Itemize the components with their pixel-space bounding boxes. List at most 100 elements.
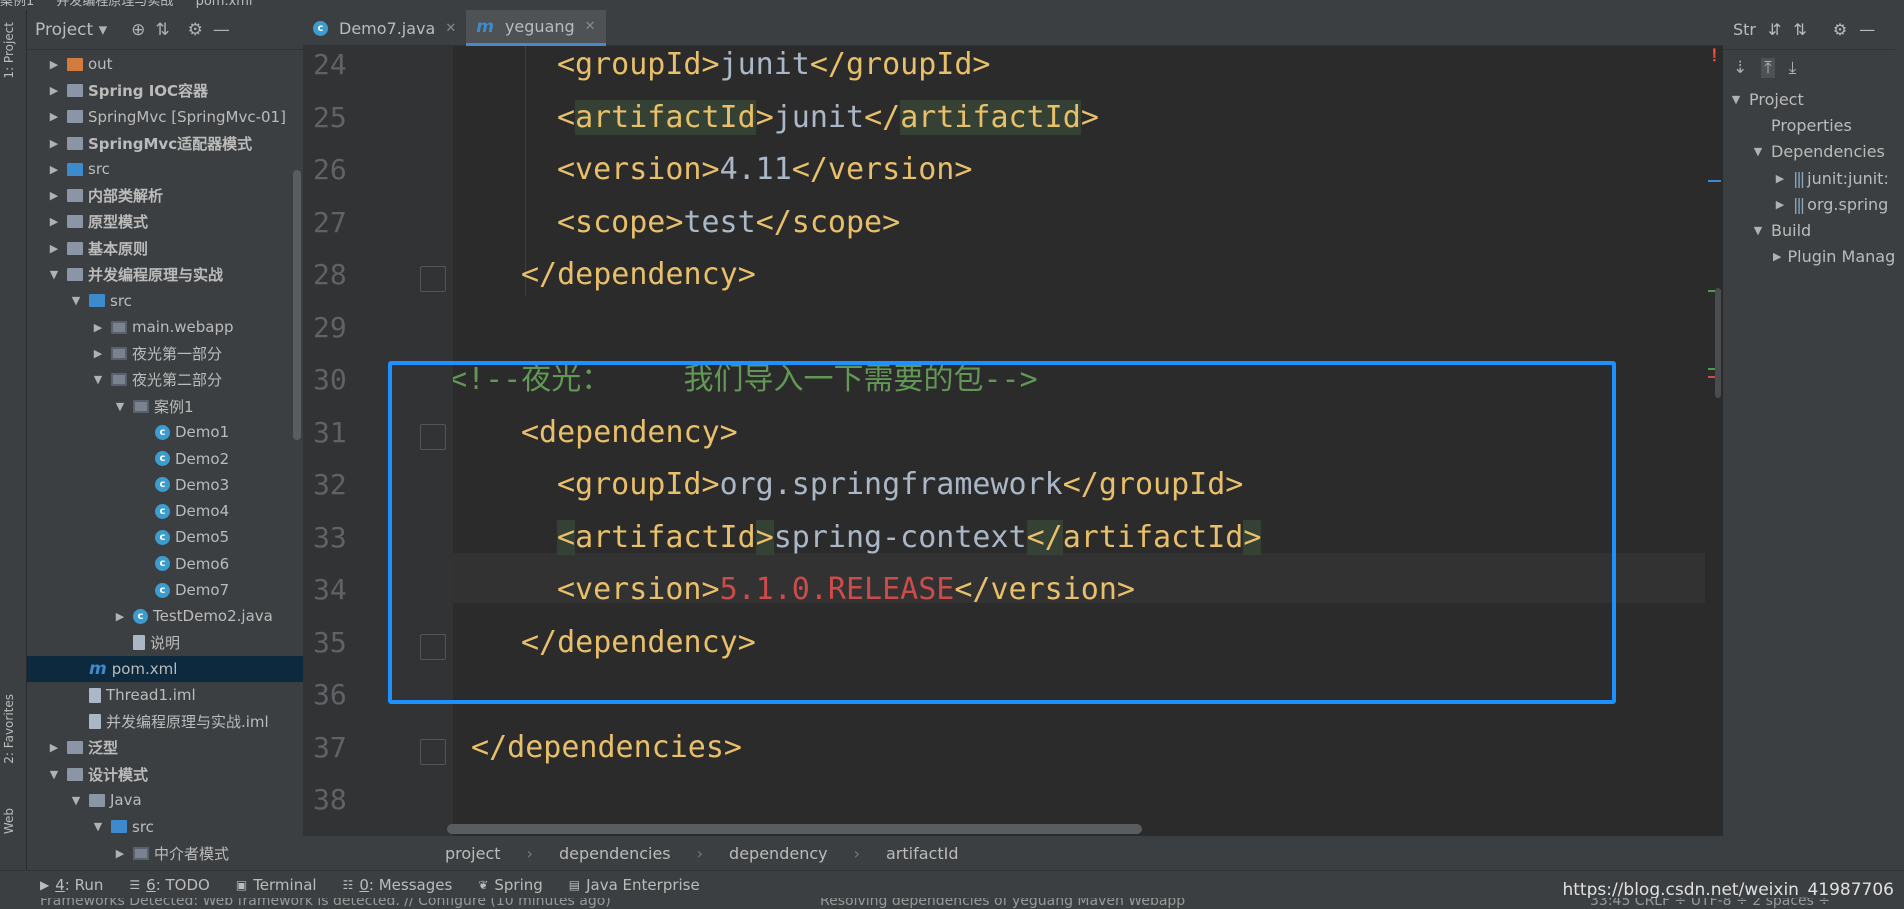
- nav-crumb[interactable]: pom.xml: [196, 0, 253, 9]
- tree-item[interactable]: ▶ main.webapp: [27, 314, 303, 340]
- code-line[interactable]: </dependency>: [521, 618, 756, 668]
- show-downwards-icon[interactable]: ⤓: [1789, 58, 1797, 78]
- maven-tree-item[interactable]: ▶ ||| junit:junit:: [1723, 165, 1895, 191]
- tree-item[interactable]: m pom.xml: [27, 655, 303, 683]
- hide-icon[interactable]: —: [1859, 20, 1875, 39]
- tree-item[interactable]: ▼ Java: [27, 787, 303, 813]
- collapsed-arrow-icon[interactable]: ▶: [47, 137, 61, 150]
- code-line[interactable]: <version>4.11</version>: [557, 145, 972, 195]
- project-scrollbar[interactable]: [293, 170, 301, 440]
- web-tool-tab[interactable]: Web: [2, 808, 16, 834]
- maven-tree-item[interactable]: ▶ Plugin Manag: [1723, 244, 1895, 270]
- crumb-project[interactable]: project: [445, 844, 501, 863]
- tree-item[interactable]: c Demo4: [27, 498, 303, 524]
- project-view-selector[interactable]: Project ▾: [35, 20, 107, 40]
- expanded-arrow-icon[interactable]: ▼: [91, 373, 105, 386]
- collapsed-arrow-icon[interactable]: ▶: [91, 321, 105, 334]
- tree-item[interactable]: ▶ SpringMvc [SpringMvc-01]: [27, 104, 303, 130]
- tool-window-spring[interactable]: ❦ Spring: [478, 876, 542, 894]
- expanded-arrow-icon[interactable]: ▼: [113, 400, 127, 413]
- code-line[interactable]: <groupId>org.springframework</groupId>: [557, 460, 1243, 510]
- stripe-mark[interactable]: [1708, 180, 1721, 182]
- maven-tree-item[interactable]: ▼ Dependencies: [1723, 139, 1895, 165]
- error-icon[interactable]: ❗: [1707, 48, 1722, 62]
- project-tool-tab[interactable]: 1: Project: [2, 22, 16, 79]
- tree-item[interactable]: Thread1.iml: [27, 682, 303, 708]
- code-line[interactable]: <artifactId>junit</artifactId>: [557, 93, 1099, 143]
- sort-icon[interactable]: ⇣: [1733, 58, 1747, 78]
- expanded-arrow-icon[interactable]: ▼: [1751, 145, 1765, 158]
- maven-tree-item[interactable]: ▶ ||| org.spring: [1723, 191, 1895, 217]
- gear-icon[interactable]: ⚙: [1833, 20, 1847, 39]
- collapse-all-icon[interactable]: ⇅: [155, 20, 169, 40]
- crumb-dependencies[interactable]: dependencies: [559, 844, 671, 863]
- collapsed-arrow-icon[interactable]: ▶: [47, 163, 61, 176]
- horizontal-scrollbar[interactable]: [447, 824, 1142, 834]
- code-line[interactable]: <groupId>junit</groupId>: [557, 46, 991, 90]
- code-line[interactable]: <scope>test</scope>: [557, 198, 900, 248]
- status-info[interactable]: 33:45 CRLF ÷ UTF-8 ÷ 2 spaces ÷: [1590, 898, 1830, 908]
- favorites-tool-tab[interactable]: 2: Favorites: [2, 694, 16, 764]
- code-line[interactable]: </dependencies>: [453, 723, 742, 773]
- collapsed-arrow-icon[interactable]: ▶: [1773, 172, 1787, 185]
- nav-crumb[interactable]: 案例1: [0, 0, 34, 9]
- fold-marker-icon[interactable]: [420, 423, 446, 450]
- gear-icon[interactable]: ⚙: [188, 20, 203, 40]
- maven-tree-item[interactable]: ▼ Build: [1723, 217, 1895, 243]
- collapsed-arrow-icon[interactable]: ▶: [47, 189, 61, 202]
- tool-window-messages[interactable]: ☷ 0: Messages: [343, 876, 453, 894]
- tree-item[interactable]: c Demo7: [27, 577, 303, 603]
- close-icon[interactable]: ✕: [445, 21, 456, 36]
- expanded-arrow-icon[interactable]: ▼: [47, 768, 61, 781]
- vertical-scrollbar[interactable]: [1715, 288, 1721, 398]
- code-line[interactable]: <dependency>: [521, 408, 738, 458]
- tree-item[interactable]: ▶ 泛型: [27, 735, 303, 761]
- fold-marker-icon[interactable]: [420, 738, 446, 765]
- tree-item[interactable]: ▶ 夜光第一部分: [27, 340, 303, 366]
- tree-item[interactable]: c Demo3: [27, 472, 303, 498]
- expanded-arrow-icon[interactable]: ▼: [1729, 93, 1743, 106]
- status-message[interactable]: Frameworks Detected: Web framework is de…: [40, 898, 611, 908]
- tree-item[interactable]: ▶ src: [27, 156, 303, 182]
- tree-item[interactable]: ▼ 案例1: [27, 393, 303, 419]
- close-icon[interactable]: ✕: [585, 19, 596, 34]
- tree-item[interactable]: ▼ 并发编程原理与实战: [27, 261, 303, 287]
- collapsed-arrow-icon[interactable]: ▶: [1773, 198, 1787, 211]
- tree-item[interactable]: ▶ 基本原则: [27, 235, 303, 261]
- tree-item[interactable]: 说明: [27, 630, 303, 656]
- collapsed-arrow-icon[interactable]: ▶: [1773, 250, 1781, 263]
- collapsed-arrow-icon[interactable]: ▶: [47, 84, 61, 97]
- tree-item[interactable]: ▼ src: [27, 288, 303, 314]
- nav-crumb[interactable]: 并发编程原理与实战: [56, 0, 173, 9]
- tree-item[interactable]: ▶ SpringMvc适配器模式: [27, 130, 303, 156]
- tree-item[interactable]: ▼ src: [27, 814, 303, 840]
- code-line[interactable]: <version>5.1.0.RELEASE</version>: [557, 565, 1135, 615]
- collapsed-arrow-icon[interactable]: ▶: [47, 242, 61, 255]
- expanded-arrow-icon[interactable]: ▼: [1751, 224, 1765, 237]
- show-upwards-icon[interactable]: ⤒: [1761, 58, 1775, 78]
- tree-item[interactable]: 并发编程原理与实战.iml: [27, 708, 303, 734]
- collapsed-arrow-icon[interactable]: ▶: [47, 215, 61, 228]
- expanded-arrow-icon[interactable]: ▼: [47, 268, 61, 281]
- code-line[interactable]: <!--夜光： 我们导入一下需要的包-->: [453, 355, 1038, 405]
- fold-marker-icon[interactable]: [420, 266, 446, 292]
- maven-tree-item[interactable]: ▼ Project: [1723, 86, 1895, 112]
- tree-item[interactable]: ▶ Spring IOC容器: [27, 77, 303, 103]
- code-line[interactable]: <artifactId>spring-context</artifactId>: [557, 513, 1262, 563]
- crumb-dependency[interactable]: dependency: [729, 844, 828, 863]
- tree-item[interactable]: c Demo6: [27, 551, 303, 577]
- expanded-arrow-icon[interactable]: ▼: [69, 794, 83, 807]
- tree-item[interactable]: ▶ 中介者模式: [27, 840, 303, 866]
- fold-marker-icon[interactable]: [420, 633, 446, 660]
- collapse-all-icon[interactable]: ⇅: [1793, 20, 1806, 39]
- tree-item[interactable]: ▶ c TestDemo2.java: [27, 603, 303, 629]
- code-editor[interactable]: <groupId>junit</groupId> <artifactId>juni…: [453, 46, 1719, 836]
- collapsed-arrow-icon[interactable]: ▶: [47, 741, 61, 754]
- collapsed-arrow-icon[interactable]: ▶: [113, 610, 127, 623]
- error-stripe[interactable]: ❗: [1705, 46, 1723, 836]
- maven-tree-item[interactable]: Properties: [1723, 112, 1895, 138]
- hide-icon[interactable]: —: [213, 20, 230, 40]
- background-task[interactable]: Resolving dependencies of yeguang Maven …: [820, 898, 1185, 908]
- collapsed-arrow-icon[interactable]: ▶: [47, 110, 61, 123]
- tree-item[interactable]: c Demo5: [27, 524, 303, 550]
